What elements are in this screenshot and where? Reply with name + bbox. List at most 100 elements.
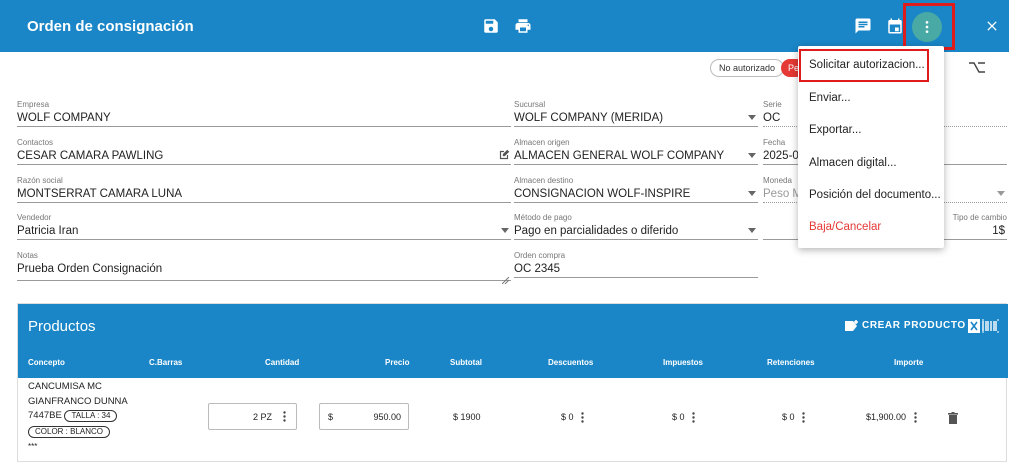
- razon-social-field[interactable]: Razón social MONTSERRAT CAMARA LUNA: [17, 176, 511, 203]
- col-impuestos: Impuestos: [663, 358, 704, 367]
- notas-value: Prueba Orden Consignación: [17, 263, 163, 275]
- products-panel: Productos CREAR PRODUCTO Concepto C.Barr…: [17, 303, 1008, 462]
- fecha-label: Fecha: [763, 138, 786, 147]
- contactos-field[interactable]: Contactos CESAR CAMARA PAWLING: [17, 138, 511, 165]
- app-header: Orden de consignación: [0, 0, 1009, 52]
- calendar-icon[interactable]: [886, 17, 904, 35]
- add-product-icon: [844, 318, 860, 334]
- almacen-destino-label: Almacen destino: [514, 176, 574, 185]
- moneda-label: Moneda: [763, 176, 792, 185]
- almacen-destino-select[interactable]: Almacen destino CONSIGNACION WOLF-INSPIR…: [514, 176, 758, 203]
- serie-label: Serie: [763, 100, 782, 109]
- precio-prefix: $: [328, 412, 334, 422]
- menu-item-exportar[interactable]: Exportar...: [798, 114, 944, 146]
- crear-producto-button[interactable]: CREAR PRODUCTO: [862, 320, 966, 331]
- empresa-label: Empresa: [17, 100, 50, 109]
- col-descuentos: Descuentos: [548, 358, 594, 367]
- resize-handle-icon[interactable]: [501, 271, 510, 285]
- retenciones-cell: $ 0: [782, 412, 805, 423]
- impuestos-menu-icon[interactable]: [692, 412, 695, 423]
- notas-label: Notas: [17, 251, 38, 260]
- sucursal-select[interactable]: Sucursal WOLF COMPANY (MERIDA): [514, 100, 758, 127]
- col-retenciones: Retenciones: [767, 358, 815, 367]
- highlight-menu-item: [799, 49, 929, 82]
- menu-item-baja-cancelar[interactable]: Baja/Cancelar: [798, 211, 944, 243]
- excel-barcode-icon[interactable]: [968, 318, 1000, 334]
- orden-compra-field[interactable]: Orden compra OC 2345: [514, 251, 758, 278]
- descuentos-value: $ 0: [561, 412, 574, 422]
- edit-icon[interactable]: [497, 148, 511, 162]
- precio-value: 950.00: [373, 412, 401, 422]
- products-title: Productos: [28, 318, 96, 335]
- chevron-down-icon: [748, 153, 756, 158]
- save-icon[interactable]: [482, 17, 500, 35]
- sucursal-label: Sucursal: [514, 100, 546, 109]
- almacen-destino-value: CONSIGNACION WOLF-INSPIRE: [514, 188, 691, 200]
- importe-cell: $1,900.00: [866, 412, 917, 423]
- vendedor-select[interactable]: Vendedor Patricia Iran: [17, 213, 511, 240]
- delete-icon[interactable]: [948, 411, 958, 424]
- menu-item-almacen-digital[interactable]: Almacen digital...: [798, 147, 944, 179]
- metodo-pago-label: Método de pago: [514, 213, 572, 222]
- retenciones-menu-icon[interactable]: [802, 412, 805, 423]
- importe-value: $1,900.00: [866, 412, 907, 422]
- col-concepto: Concepto: [28, 358, 65, 367]
- empresa-value: WOLF COMPANY: [17, 112, 111, 124]
- importe-menu-icon[interactable]: [913, 412, 917, 423]
- print-icon[interactable]: [514, 17, 532, 35]
- chevron-down-icon: [748, 228, 756, 233]
- chevron-down-icon: [748, 115, 756, 120]
- almacen-origen-label: Almacen origen: [514, 138, 570, 147]
- page-title: Orden de consignación: [27, 18, 194, 35]
- col-cbarras: C.Barras: [149, 358, 183, 367]
- fecha-value: 2025-0: [763, 150, 799, 162]
- impuestos-value: $ 0: [672, 412, 685, 422]
- talla-badge: TALLA : 34: [64, 410, 118, 422]
- tipo-cambio-value: 1$: [992, 225, 1005, 237]
- razon-social-label: Razón social: [17, 176, 63, 185]
- sucursal-value: WOLF COMPANY (MERIDA): [514, 112, 664, 124]
- almacen-origen-value: ALMACEN GENERAL WOLF COMPANY: [514, 150, 725, 162]
- cantidad-input[interactable]: 2 PZ: [208, 403, 297, 430]
- descuentos-menu-icon[interactable]: [581, 412, 584, 423]
- notas-textarea[interactable]: Notas Prueba Orden Consignación: [17, 251, 511, 285]
- highlight-more-button: [903, 3, 955, 50]
- moneda-value: Peso M: [763, 188, 802, 200]
- almacen-origen-select[interactable]: Almacen origen ALMACEN GENERAL WOLF COMP…: [514, 138, 758, 165]
- col-subtotal: Subtotal: [450, 358, 482, 367]
- cantidad-menu-icon[interactable]: [283, 411, 286, 422]
- vendedor-label: Vendedor: [17, 213, 52, 222]
- vendedor-value: Patricia Iran: [17, 225, 79, 237]
- concept-code-line: 7447BE TALLA : 34: [28, 410, 118, 422]
- concept-color-line: COLOR : BLANCO: [28, 426, 111, 438]
- metodo-pago-value: Pago en parcialidades o diferido: [514, 225, 679, 237]
- concept-more[interactable]: ***: [28, 442, 37, 451]
- contactos-value: CESAR CAMARA PAWLING: [17, 150, 164, 162]
- impuestos-cell: $ 0: [672, 412, 695, 423]
- serie-value: OC: [763, 112, 781, 124]
- close-icon[interactable]: [984, 18, 1000, 34]
- product-code: 7447BE: [28, 410, 62, 421]
- cantidad-value: 2 PZ: [252, 412, 272, 422]
- chevron-down-icon: [997, 191, 1005, 196]
- menu-item-enviar[interactable]: Enviar...: [798, 82, 944, 114]
- concept-line-2: GIANFRANCO DUNNA: [28, 396, 128, 407]
- option-icon[interactable]: [968, 60, 986, 74]
- empresa-select[interactable]: Empresa WOLF COMPANY: [17, 100, 511, 127]
- precio-input[interactable]: $ 950.00: [319, 403, 409, 430]
- orden-compra-value: OC 2345: [514, 263, 561, 275]
- tipo-cambio-label: Tipo de cambio: [952, 213, 1007, 222]
- menu-item-posicion-documento[interactable]: Posición del documento...: [798, 179, 944, 211]
- razon-social-value: MONTSERRAT CAMARA LUNA: [17, 188, 183, 200]
- metodo-pago-select[interactable]: Método de pago Pago en parcialidades o d…: [514, 213, 758, 240]
- status-chip-no-autorizado: No autorizado: [710, 59, 785, 77]
- products-header: Productos CREAR PRODUCTO Concepto C.Barr…: [18, 304, 1008, 378]
- col-importe: Importe: [894, 358, 924, 367]
- chevron-down-icon: [748, 191, 756, 196]
- comment-icon[interactable]: [854, 17, 872, 35]
- color-badge: COLOR : BLANCO: [28, 426, 111, 438]
- col-cantidad: Cantidad: [265, 358, 300, 367]
- orden-compra-label: Orden compra: [514, 251, 566, 260]
- descuentos-cell: $ 0: [561, 412, 584, 423]
- subtotal-value: $ 1900: [453, 412, 481, 422]
